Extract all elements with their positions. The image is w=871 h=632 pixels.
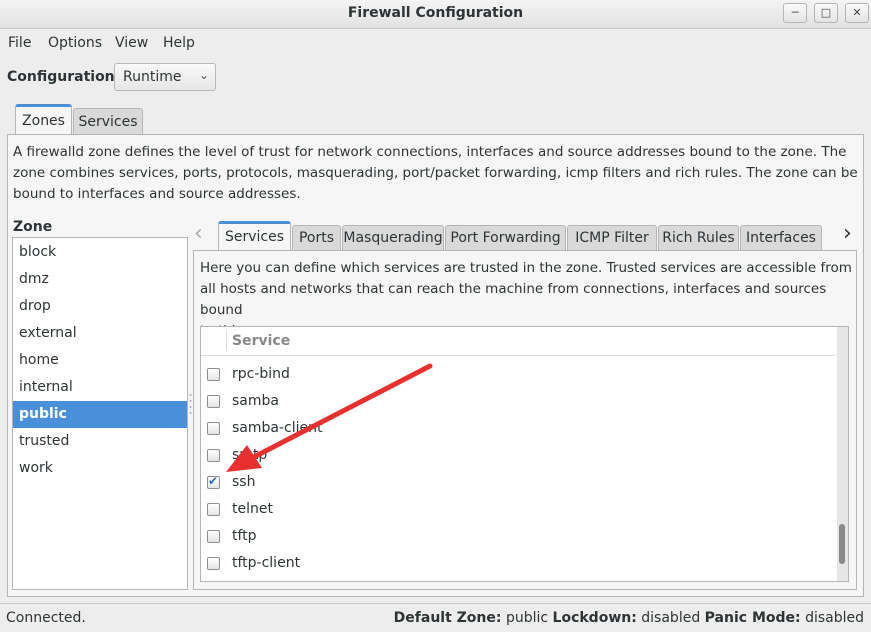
menu-view[interactable]: View <box>115 35 148 51</box>
maximize-icon: □ <box>820 6 832 19</box>
tab-services[interactable]: Services <box>73 108 143 135</box>
zone-item-public[interactable]: public <box>13 401 187 428</box>
configuration-label: Configuration: <box>7 69 121 85</box>
tab-zones-label: Zones <box>22 113 65 129</box>
menu-file[interactable]: File <box>8 35 31 51</box>
connection-status: Connected. <box>6 610 86 626</box>
panic-mode-label: Panic Mode: <box>704 610 801 626</box>
window-titlebar: Firewall Configuration ─ □ ✕ <box>0 0 871 29</box>
configuration-value: Runtime <box>123 69 182 85</box>
service-name: rpc-bind <box>232 366 290 382</box>
tab-zone-services-label: Services <box>224 229 285 245</box>
tab-zone-icmp-filter-label: ICMP Filter <box>575 230 649 246</box>
services-table-header[interactable]: Service <box>201 327 836 356</box>
menu-options[interactable]: Options <box>48 35 102 51</box>
close-button[interactable]: ✕ <box>845 3 869 23</box>
statusbar: Connected. Default Zone: public Lockdown… <box>0 603 871 632</box>
service-checkbox[interactable] <box>207 530 220 543</box>
configuration-select[interactable]: Runtime ⌄ <box>114 63 216 91</box>
table-row[interactable]: tftp-client <box>201 550 831 577</box>
status-summary: Default Zone: public Lockdown: disabled … <box>394 610 864 626</box>
zone-list-label: Zone <box>13 219 53 235</box>
table-row[interactable]: tftp <box>201 523 831 550</box>
tab-zone-interfaces[interactable]: Interfaces <box>740 225 822 251</box>
lockdown-value: disabled <box>641 610 701 626</box>
panic-mode-value: disabled <box>805 610 864 626</box>
table-row[interactable]: telnet <box>201 496 831 523</box>
zone-item-internal[interactable]: internal <box>13 374 187 401</box>
default-zone-value: public <box>505 610 549 626</box>
tab-zone-icmp-filter[interactable]: ICMP Filter <box>567 225 657 251</box>
menubar: File Options View Help <box>0 30 871 56</box>
table-row[interactable]: samba-client <box>201 415 831 442</box>
tab-zone-port-forwarding-label: Port Forwarding <box>450 230 561 246</box>
zone-description-line: zone combines services, ports, protocols… <box>13 165 858 181</box>
tab-zones[interactable]: Zones <box>15 104 72 135</box>
zone-item-external[interactable]: external <box>13 320 187 347</box>
tabs-scroll-left-icon[interactable]: ‹ <box>194 221 203 246</box>
service-checkbox-checked[interactable] <box>207 474 220 489</box>
tab-zone-masquerading-label: Masquerading <box>343 230 443 246</box>
tab-zone-port-forwarding[interactable]: Port Forwarding <box>445 225 566 251</box>
tab-zone-rich-rules[interactable]: Rich Rules <box>658 225 739 251</box>
service-name: tftp <box>232 528 257 544</box>
table-row[interactable]: ssh <box>201 469 831 496</box>
service-name: samba <box>232 393 279 409</box>
services-scrollbar[interactable] <box>837 327 848 581</box>
tab-zone-masquerading[interactable]: Masquerading <box>342 225 444 251</box>
service-name: telnet <box>232 501 273 517</box>
zone-item-home[interactable]: home <box>13 347 187 374</box>
zone-item-trusted[interactable]: trusted <box>13 428 187 455</box>
pane-resize-handle[interactable] <box>189 392 192 416</box>
menu-help[interactable]: Help <box>163 35 195 51</box>
tab-zone-interfaces-label: Interfaces <box>746 230 816 246</box>
zone-item-dmz[interactable]: dmz <box>13 266 187 293</box>
service-checkbox[interactable] <box>207 395 220 408</box>
default-zone-label: Default Zone: <box>393 610 502 626</box>
service-checkbox[interactable] <box>207 368 220 381</box>
zone-item-work[interactable]: work <box>13 455 187 482</box>
close-icon: ✕ <box>852 6 862 19</box>
lockdown-label: Lockdown: <box>552 610 637 626</box>
services-description-line: all hosts and networks that can reach th… <box>200 281 827 318</box>
column-divider <box>226 331 227 351</box>
table-row[interactable]: smtp <box>201 442 831 469</box>
service-name: ssh <box>232 474 256 490</box>
tab-services-label: Services <box>78 114 138 130</box>
maximize-button[interactable]: □ <box>814 3 838 23</box>
service-checkbox[interactable] <box>207 503 220 516</box>
minimize-button[interactable]: ─ <box>783 3 807 23</box>
tab-zone-ports-label: Ports <box>298 230 335 246</box>
zone-list[interactable]: block dmz drop external home internal pu… <box>12 237 188 590</box>
tab-zone-services[interactable]: Services <box>218 221 291 251</box>
scrollbar-thumb[interactable] <box>839 524 845 564</box>
window-title: Firewall Configuration <box>347 5 524 21</box>
minimize-icon: ─ <box>791 6 799 19</box>
zone-item-block[interactable]: block <box>13 239 187 266</box>
column-header-service[interactable]: Service <box>232 333 290 349</box>
zone-description-line: bound to interfaces and source addresses… <box>13 186 301 202</box>
tab-zone-rich-rules-label: Rich Rules <box>662 230 735 246</box>
table-row[interactable]: rpc-bind <box>201 361 831 388</box>
chevron-down-icon: ⌄ <box>198 68 209 82</box>
service-name: samba-client <box>232 420 323 436</box>
zone-description: A firewalld zone defines the level of tr… <box>13 142 858 205</box>
service-checkbox[interactable] <box>207 422 220 435</box>
tabs-scroll-right-icon[interactable]: › <box>843 221 852 246</box>
zone-description-line: A firewalld zone defines the level of tr… <box>13 144 847 160</box>
services-description-line: Here you can define which services are t… <box>200 260 852 276</box>
service-name: tftp-client <box>232 555 301 571</box>
table-row[interactable]: samba <box>201 388 831 415</box>
tab-zone-ports[interactable]: Ports <box>292 225 341 251</box>
service-checkbox[interactable] <box>207 449 220 462</box>
service-name: smtp <box>232 447 268 463</box>
service-checkbox[interactable] <box>207 557 220 570</box>
services-table[interactable]: Service rpc-bind samba samba-client smtp… <box>200 326 849 582</box>
zone-item-drop[interactable]: drop <box>13 293 187 320</box>
